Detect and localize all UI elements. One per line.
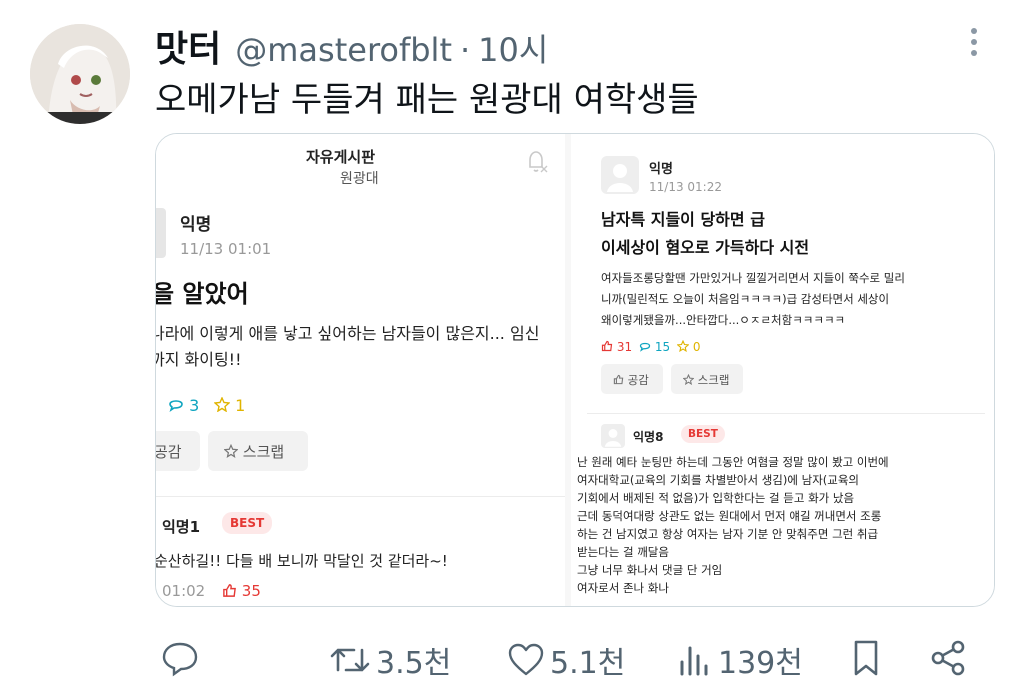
comment-user: 익명8 xyxy=(633,430,664,444)
heart-icon xyxy=(508,643,544,676)
star-icon xyxy=(223,443,239,458)
retweet-count: 3.5천 xyxy=(376,646,452,681)
comment-body-line: 기회에서 배제된 적 없음)가 입학한다는 걸 듣고 화가 났음 xyxy=(577,491,855,505)
comment-avatar xyxy=(601,424,625,448)
separator: · xyxy=(459,31,471,69)
post-avatar xyxy=(156,208,166,258)
comment-body-line: 여자로서 존나 화나 xyxy=(577,581,669,595)
star-icon xyxy=(213,396,231,413)
like-button[interactable]: 공감 xyxy=(601,364,663,394)
scrap-count: 0 xyxy=(676,339,700,354)
views-button[interactable]: 139천 xyxy=(674,638,803,682)
tweet-media[interactable]: 자유게시판 원광대 익명 11/13 01:01 을 알았어 나라에 이렇게 애… xyxy=(155,133,995,607)
share-icon xyxy=(931,640,965,676)
comment-body-line: 근데 동덕여대랑 상관도 없는 원대에서 먼저 얘길 꺼내면서 조롱 xyxy=(577,509,882,523)
thumb-up-icon xyxy=(613,374,624,385)
reply-button[interactable] xyxy=(160,638,200,678)
star-icon xyxy=(676,339,690,353)
comment-count: 3 xyxy=(168,396,199,415)
comment-likes: 35 xyxy=(222,582,261,600)
best-badge: BEST xyxy=(681,425,725,443)
divider xyxy=(156,496,565,497)
view-count: 139천 xyxy=(718,646,803,681)
like-button[interactable]: 공감 xyxy=(156,431,200,471)
like-count: 5.1천 xyxy=(550,646,626,681)
scrap-button[interactable]: 스크랩 xyxy=(671,364,743,394)
tweet-text: 오메가남 두들겨 패는 원광대 여학생들 xyxy=(155,80,699,120)
more-icon[interactable] xyxy=(964,28,984,62)
left-screenshot[interactable]: 자유게시판 원광대 익명 11/13 01:01 을 알았어 나라에 이렇게 애… xyxy=(156,134,571,606)
right-screenshot[interactable]: 익명 11/13 01:22 남자특 지들이 당하면 급 이세상이 혐오로 가득… xyxy=(577,134,994,606)
share-button[interactable] xyxy=(928,638,970,678)
post-user: 익명 xyxy=(649,162,673,177)
bookmark-icon xyxy=(854,640,878,676)
retweet-button[interactable]: 3.5천 xyxy=(328,638,451,682)
post-body-line: 니까(밀린적도 오늘이 처음임ㅋㅋㅋㅋ)급 감성타면서 세상이 xyxy=(601,292,890,306)
comment-icon xyxy=(169,400,183,412)
scrap-count: 1 xyxy=(213,396,245,415)
comment-body-line: 난 원래 예타 눈팅만 하는데 그동안 여혐글 정말 많이 봤고 이번에 xyxy=(577,455,889,469)
comment-count: 15 xyxy=(639,340,670,354)
scrap-button[interactable]: 스크랩 xyxy=(208,431,308,471)
comment-body-line: 하는 건 남지였고 항상 여자는 남자 기분 안 맞춰주면 그런 취급 xyxy=(577,527,879,541)
author-name[interactable]: 맛터 xyxy=(155,20,221,72)
author-handle[interactable]: @masterofblt xyxy=(235,31,452,69)
comment-icon xyxy=(639,342,651,352)
post-date: 11/13 01:22 xyxy=(649,180,722,194)
post-user: 익명 xyxy=(180,215,212,235)
post-body-line: 여자들조롱당할땐 가만있거나 낄낄거리면서 지들이 쭉수로 밀리 xyxy=(601,271,905,285)
star-icon xyxy=(682,373,695,386)
post-body-line: 까지 화이팅!! xyxy=(156,350,242,369)
comment-date: 01:02 xyxy=(162,582,206,600)
post-avatar xyxy=(601,156,639,194)
post-title: 을 알았어 xyxy=(156,280,249,308)
comment-user: 익명1 xyxy=(162,518,201,536)
comment-body-line: 여자대학교(교육의 기회를 차별받아서 생김)에 남자(교육의 xyxy=(577,473,859,487)
comment-body-line: 그냥 너무 화나서 댓글 단 거임 xyxy=(577,563,723,577)
bookmark-button[interactable] xyxy=(846,638,886,678)
post-body-line: 나라에 이렇게 애를 낳고 싶어하는 남자들이 많은지... 임신 xyxy=(156,324,540,343)
post-body-line: 왜이렇게됐을까...안타깝다...ㅇㅈㄹ처함ㅋㅋㅋㅋㅋ xyxy=(601,313,846,327)
like-count: 31 xyxy=(601,340,632,354)
post-title: 남자특 지들이 당하면 급 xyxy=(601,210,765,229)
avatar-image xyxy=(30,24,130,124)
thumb-up-icon xyxy=(601,340,613,352)
board-subtitle: 원광대 xyxy=(340,171,379,187)
comment-body-line: 받는다는 걸 깨달음 xyxy=(577,545,669,559)
divider xyxy=(587,413,985,414)
bell-off-icon xyxy=(526,150,548,173)
tweet-header: 맛터 @masterofblt · 10시 xyxy=(155,20,548,72)
thumb-up-icon xyxy=(223,584,236,597)
board-title: 자유게시판 xyxy=(306,148,376,166)
post-date: 11/13 01:01 xyxy=(180,240,272,258)
comment-body: 순산하길!! 다들 배 보니까 막달인 것 같더라~! xyxy=(156,552,448,570)
post-title: 이세상이 혐오로 가득하다 시전 xyxy=(601,238,810,257)
views-icon xyxy=(680,646,708,676)
best-badge: BEST xyxy=(222,512,273,534)
avatar[interactable] xyxy=(30,24,130,124)
tweet-time[interactable]: 10시 xyxy=(478,25,548,71)
retweet-icon xyxy=(330,648,370,672)
like-button[interactable]: 5.1천 xyxy=(506,638,625,682)
action-bar: 3.5천 5.1천 139천 xyxy=(160,632,980,682)
reply-icon xyxy=(162,642,198,677)
